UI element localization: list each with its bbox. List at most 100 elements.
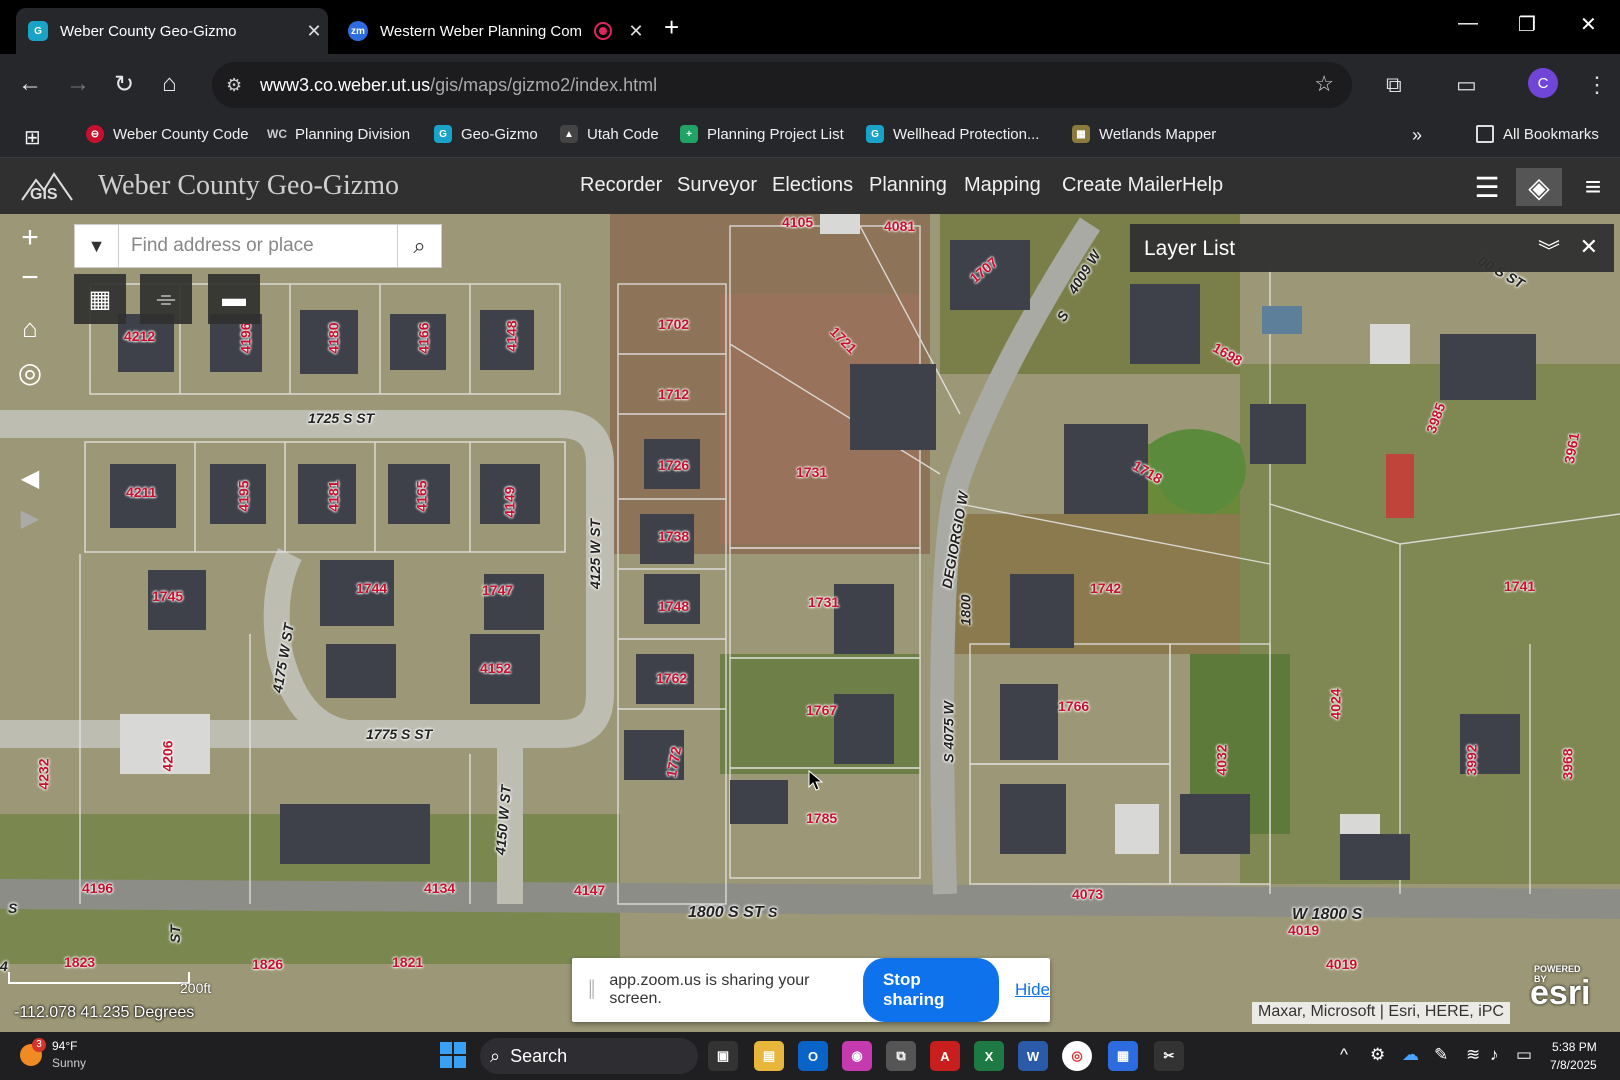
parcel-label: 4019 bbox=[1288, 922, 1320, 938]
reload-icon[interactable]: ↻ bbox=[114, 70, 134, 99]
address-bar[interactable]: ⚙ www3.co.weber.ut.us/gis/maps/gizmo2/in… bbox=[212, 62, 1352, 108]
acrobat-icon[interactable]: A bbox=[930, 1041, 960, 1071]
locate-me-crosshair-icon[interactable]: ◎ bbox=[8, 352, 52, 392]
measure-ruler-icon[interactable]: ▬ bbox=[208, 274, 260, 324]
swipe-tool-icon[interactable]: ⌯ bbox=[140, 274, 192, 324]
menu-create-mailer[interactable]: Create Mailer bbox=[1062, 174, 1182, 197]
restore-window-icon[interactable]: ❐ bbox=[1518, 12, 1536, 37]
map-view[interactable]: 4105 4081 1707 4009 W 1721 1702 1712 172… bbox=[0, 214, 1620, 1032]
next-extent-arrow-icon[interactable]: ▶ bbox=[8, 498, 52, 538]
all-bookmarks-folder[interactable]: All Bookmarks bbox=[1476, 125, 1599, 143]
minimize-window-icon[interactable]: — bbox=[1458, 12, 1478, 35]
legend-list-icon[interactable]: ☰ bbox=[1464, 168, 1510, 206]
address-search-input[interactable] bbox=[119, 225, 397, 267]
close-tab-icon[interactable]: ✕ bbox=[622, 21, 650, 42]
pen-icon[interactable]: ✎ bbox=[1434, 1045, 1448, 1065]
weather-widget[interactable]: 3 94°F Sunny bbox=[20, 1038, 86, 1072]
parcel-label: 4105 bbox=[782, 214, 814, 230]
wifi-icon[interactable]: ≋ bbox=[1466, 1045, 1480, 1065]
street-label: S bbox=[8, 900, 18, 916]
chrome-icon[interactable]: ◎ bbox=[1062, 1041, 1092, 1071]
drag-handle-icon[interactable]: ║ bbox=[586, 981, 597, 999]
speaker-muted-icon[interactable]: ♪ bbox=[1490, 1045, 1499, 1065]
menu-mapping[interactable]: Mapping bbox=[964, 174, 1041, 197]
close-window-icon[interactable]: ✕ bbox=[1580, 12, 1597, 37]
file-explorer-icon[interactable]: ▤ bbox=[754, 1041, 784, 1071]
search-source-dropdown-icon[interactable]: ▼ bbox=[75, 225, 119, 267]
bookmark-weber-county-code[interactable]: ⊖ Weber County Code bbox=[86, 125, 249, 143]
parcel-label: 4211 bbox=[126, 484, 157, 500]
bookmark-wellhead-protection[interactable]: G Wellhead Protection... bbox=[866, 125, 1039, 143]
back-arrow-icon[interactable]: ← bbox=[18, 70, 42, 98]
system-clock[interactable]: 5:38 PM 7/8/2025 bbox=[1550, 1038, 1597, 1074]
tab-western-weber-planning[interactable]: zm Western Weber Planning Com ✕ bbox=[336, 8, 650, 54]
bookmark-planning-project-list[interactable]: + Planning Project List bbox=[680, 125, 844, 143]
menu-recorder[interactable]: Recorder bbox=[580, 174, 662, 197]
network-tool-icon[interactable]: ⧉ bbox=[886, 1041, 916, 1071]
parcel-label: 4081 bbox=[884, 218, 916, 234]
close-tab-icon[interactable]: ✕ bbox=[300, 21, 328, 42]
taskbar-search-box[interactable]: ⌕ Search bbox=[480, 1038, 698, 1074]
excel-icon[interactable]: X bbox=[974, 1041, 1004, 1071]
bookmark-geo-gizmo[interactable]: G Geo-Gizmo bbox=[434, 125, 538, 143]
hide-share-bar-link[interactable]: Hide bbox=[1015, 980, 1050, 1000]
camera-app-icon[interactable]: ◉ bbox=[842, 1041, 872, 1071]
close-panel-icon[interactable]: ✕ bbox=[1580, 234, 1598, 260]
street-label: 1800 S ST bbox=[688, 904, 764, 921]
gis-logo[interactable]: GIS bbox=[20, 166, 74, 206]
more-menu-icon[interactable]: ⋮ bbox=[1586, 72, 1608, 98]
basemap-gallery-grid-icon[interactable]: ▦ bbox=[74, 274, 126, 324]
street-label: ST bbox=[166, 925, 183, 943]
bookmark-label: Wellhead Protection... bbox=[893, 125, 1040, 143]
bookmark-utah-code[interactable]: ▲ Utah Code bbox=[560, 125, 659, 143]
layers-stack-icon[interactable]: ◈ bbox=[1516, 168, 1562, 206]
zoom-in-plus-icon[interactable]: + bbox=[8, 218, 52, 258]
menu-help[interactable]: Help bbox=[1182, 174, 1223, 197]
forward-arrow-icon[interactable]: → bbox=[66, 70, 90, 98]
collapse-chevron-icon[interactable]: ︾ bbox=[1538, 234, 1560, 266]
apps-grid-icon[interactable]: ⊞ bbox=[24, 125, 41, 150]
battery-icon[interactable]: ▭ bbox=[1516, 1045, 1532, 1065]
esri-powered-text: POWERED BY bbox=[1534, 964, 1581, 984]
bookmark-star-icon[interactable]: ☆ bbox=[1314, 71, 1334, 97]
word-icon[interactable]: W bbox=[1018, 1041, 1048, 1071]
home-extent-icon[interactable]: ⌂ bbox=[8, 308, 52, 348]
tray-overflow-chevron-icon[interactable]: ^ bbox=[1340, 1045, 1348, 1065]
previous-extent-arrow-icon[interactable]: ◀ bbox=[8, 458, 52, 498]
parcel-label: 4165 bbox=[413, 480, 430, 512]
stop-sharing-button[interactable]: Stop sharing bbox=[862, 958, 1000, 1022]
parcel-label: 1748 bbox=[658, 598, 690, 614]
cast-media-icon[interactable]: ▭ bbox=[1456, 72, 1477, 98]
zoom-out-minus-icon[interactable]: − bbox=[8, 258, 52, 298]
profile-avatar[interactable]: C bbox=[1528, 68, 1558, 98]
bookmark-planning-division[interactable]: WC Planning Division bbox=[267, 125, 410, 143]
more-bookmarks-chevron-icon[interactable]: » bbox=[1412, 125, 1422, 146]
geo-gizmo-favicon-icon: G bbox=[28, 21, 48, 41]
hamburger-menu-icon[interactable]: ≡ bbox=[1570, 168, 1616, 206]
parcel-label: 4073 bbox=[1072, 886, 1104, 902]
windows-start-icon[interactable] bbox=[440, 1042, 466, 1068]
onedrive-cloud-icon[interactable]: ☁ bbox=[1402, 1045, 1419, 1065]
search-icon[interactable]: ⌕ bbox=[397, 225, 441, 267]
extensions-puzzle-icon[interactable]: ⧉ bbox=[1386, 72, 1402, 98]
task-view-icon[interactable]: ▣ bbox=[708, 1041, 738, 1071]
parcel-label: 1785 bbox=[806, 810, 838, 826]
mouse-cursor-icon bbox=[808, 770, 824, 791]
menu-surveyor[interactable]: Surveyor bbox=[677, 174, 757, 197]
outlook-icon[interactable]: O bbox=[798, 1041, 828, 1071]
bookmark-wetlands-mapper[interactable]: ▦ Wetlands Mapper bbox=[1072, 125, 1216, 143]
snipping-tool-icon[interactable]: ✂ bbox=[1154, 1041, 1184, 1071]
site-info-icon[interactable]: ⚙ bbox=[226, 75, 248, 96]
calculator-icon[interactable]: ▦ bbox=[1108, 1041, 1138, 1071]
logo-text: GIS bbox=[30, 186, 58, 203]
street-label: W 1800 S bbox=[1292, 906, 1363, 923]
menu-elections[interactable]: Elections bbox=[772, 174, 853, 197]
new-tab-plus-icon[interactable]: + bbox=[664, 12, 679, 43]
folder-icon bbox=[1476, 125, 1494, 143]
tab-weber-geo-gizmo[interactable]: G Weber County Geo-Gizmo ✕ bbox=[16, 8, 328, 54]
menu-planning[interactable]: Planning bbox=[869, 174, 947, 197]
parcel-label: 4195 bbox=[235, 480, 252, 512]
home-icon[interactable]: ⌂ bbox=[162, 70, 177, 98]
bookmark-label: All Bookmarks bbox=[1503, 125, 1599, 143]
settings-gear-icon[interactable]: ⚙ bbox=[1370, 1045, 1385, 1065]
